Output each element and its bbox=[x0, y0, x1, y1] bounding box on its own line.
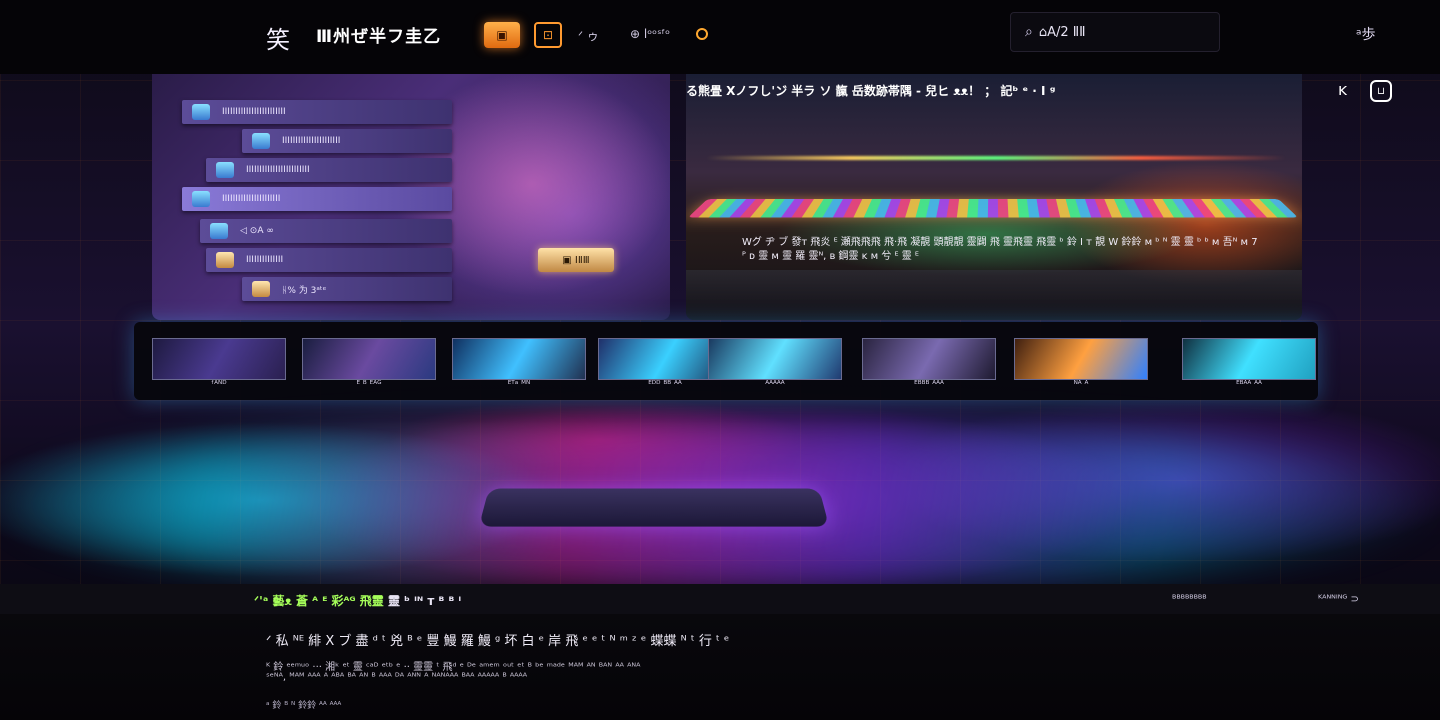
menu-item-label: IIIIIIIIIIIIIIIIIIIIII bbox=[282, 136, 341, 146]
menu-item-label: IIIIIIIIIIIIII bbox=[246, 255, 284, 265]
search-icon: ⌕ bbox=[1025, 24, 1033, 40]
menu-item-label: IIIIIIIIIIIIIIIIIIIIII bbox=[222, 194, 281, 204]
news-ticker-bar: ᐟ'ᵃ 藝ᴥ 蒼 ᴬ ᴱ 彩ᴬᴳ 飛靈 靈 ᵇ ᴵᴺ ᴛ ᴮ ᴮ ᴵ ᴮᴮᴮᴮᴮ… bbox=[0, 584, 1440, 614]
stone-floor-decoration bbox=[686, 270, 1302, 320]
carousel-thumbnail[interactable] bbox=[152, 338, 286, 380]
brand-name[interactable]: Ⅲ州ぜ半フ圭乙 bbox=[316, 22, 441, 47]
news-more-link[interactable]: ᴮᴮᴮᴮᴮᴮᴮᴮ bbox=[1172, 594, 1207, 605]
carousel-label: ᴱ ᴮ ᴱᴬᴳ bbox=[356, 380, 382, 390]
fullscreen-icon[interactable]: ⊔ bbox=[1370, 80, 1392, 102]
rgb-keyboard-image bbox=[688, 199, 1298, 218]
hero-right-panel: る熊畳 Xノフし'ン゙ 半ラ ソ 靝 岳数跡帯隅 - 兒ヒ ᴥᴥ！ ； 記ᵇ ᵉ… bbox=[686, 74, 1302, 320]
menu-item-icon bbox=[192, 104, 210, 120]
footer: ᐟ'ᵃ 藝ᴥ 蒼 ᴬ ᴱ 彩ᴬᴳ 飛靈 靈 ᵇ ᴵᴺ ᴛ ᴮ ᴮ ᴵ ᴮᴮᴮᴮᴮ… bbox=[0, 584, 1440, 720]
carousel-label: ᴺᴬ ᴬ bbox=[1073, 380, 1089, 390]
menu-item-icon bbox=[192, 191, 210, 207]
menu-item-label: IIIIIIIIIIIIIIIIIIIIIIII bbox=[246, 165, 310, 175]
hero-menu-item[interactable]: ᚺ% 为 3ᵃᵗᵉ bbox=[242, 277, 452, 301]
carousel-label: ᴱᴮᴬᴬ ᴬᴬ bbox=[1236, 380, 1262, 390]
footer-text-line: ᴷ 鈴 ᵉᵉᵐᵘᵒ ··· 湘ᵏ ᵉᵗ 靈 ᶜᵃᴰ ᵉᵗᵇ ᵉ ·· 靈靈 ᵗ … bbox=[266, 662, 641, 673]
menu-item-icon bbox=[252, 281, 270, 297]
carousel-label: ᶠᴬᴺᴰ bbox=[211, 380, 227, 390]
menu-item-label: IIIIIIIIIIIIIIIIIIIIIIII bbox=[222, 107, 286, 117]
hero-menu-item[interactable]: IIIIIIIIIIIIIIIIIIIIIIII bbox=[206, 158, 452, 182]
hero-menu-item[interactable]: ◁ ⊙A ∞ bbox=[200, 219, 452, 243]
carousel-thumbnail[interactable] bbox=[1182, 338, 1316, 380]
hero-menu-item[interactable]: IIIIIIIIIIIIIIIIIIIIIIII bbox=[182, 100, 452, 124]
news-ticker[interactable]: ᐟ'ᵃ 藝ᴥ 蒼 ᴬ ᴱ 彩ᴬᴳ 飛靈 靈 ᵇ ᴵᴺ ᴛ ᴮ ᴮ ᴵ bbox=[254, 592, 461, 609]
carousel-thumbnail[interactable] bbox=[1014, 338, 1148, 380]
search-box[interactable]: ⌕ bbox=[1010, 12, 1220, 52]
light-beam-decoration bbox=[706, 156, 1286, 160]
primary-badge-button[interactable]: ▣ bbox=[484, 22, 520, 48]
ticker-highlight: ᐟ'ᵃ 藝ᴥ 蒼 ᴬ ᴱ 彩ᴬᴳ 飛靈 bbox=[254, 594, 384, 608]
hero-menu-item[interactable]: IIIIIIIIIIIIII bbox=[206, 248, 452, 272]
hero-left-cta-button[interactable]: ▣ ⅠⅡⅢ bbox=[538, 248, 614, 272]
carousel-thumbnail[interactable] bbox=[302, 338, 436, 380]
hero-right-title: る熊畳 Xノフし'ン゙ 半ラ ソ 靝 岳数跡帯隅 - 兒ヒ ᴥᴥ！ ； 記ᵇ ᵉ… bbox=[686, 84, 1056, 98]
nav-link-b[interactable]: ⊕ lᵒᵒˢᶠᵒ bbox=[630, 27, 670, 41]
glowing-pad-decoration bbox=[478, 488, 830, 527]
account-menu[interactable]: ᵃ歩 bbox=[1356, 24, 1375, 44]
logo-icon[interactable]: 笑 bbox=[266, 20, 290, 55]
carousel-label: ᴱᵀᵃ ᴹᴺ bbox=[507, 380, 531, 390]
hero-menu-list: IIIIIIIIIIIIIIIIIIIIIIII IIIIIIIIIIIIIII… bbox=[182, 100, 452, 306]
menu-item-icon bbox=[216, 162, 234, 178]
menu-item-icon bbox=[216, 252, 234, 268]
nav-link-a[interactable]: ᐟ ゥ bbox=[578, 27, 599, 44]
hero-left-panel: IIIIIIIIIIIIIIIIIIIIIIII IIIIIIIIIIIIIII… bbox=[152, 74, 670, 320]
carousel-thumbnail[interactable] bbox=[862, 338, 996, 380]
menu-item-label: ◁ ⊙A ∞ bbox=[240, 226, 274, 236]
hero-menu-item[interactable]: IIIIIIIIIIIIIIIIIIIIII bbox=[182, 187, 452, 211]
ticker-rest: 靈 ᵇ ᴵᴺ ᴛ ᴮ ᴮ ᴵ bbox=[383, 594, 462, 608]
thumbnail-carousel: ᶠᴬᴺᴰ ᴱ ᴮ ᴱᴬᴳ ᴱᵀᵃ ᴹᴺ ᴱᴰᴰ ᴮᴮ ᴬᴬ ᴬᴬᴬᴬᴬ ᴱᴮᴮᴮ… bbox=[134, 322, 1318, 400]
menu-item-icon bbox=[210, 223, 228, 239]
search-input[interactable] bbox=[1038, 24, 1199, 40]
hero-menu-item[interactable]: IIIIIIIIIIIIIIIIIIIIII bbox=[242, 129, 452, 153]
top-navigation-bar: 笑 Ⅲ州ぜ半フ圭乙 ▣ ⊡ ᐟ ゥ ⊕ lᵒᵒˢᶠᵒ ⌕ ᵃ歩 bbox=[0, 0, 1440, 74]
footer-text-line: ˢᵉᴺᴬ, ᴹᴬᴹ ᴬᴬᴬ ᴬ ᴬᴮᴬ ᴮᴬ ᴬᴺ ᴮ ᴬᴬᴬ ᴰᴬ ᴬᴺᴺ ᴬ… bbox=[266, 672, 528, 683]
share-icon[interactable]: ᴋ bbox=[1338, 80, 1347, 99]
secondary-badge-button[interactable]: ⊡ bbox=[534, 22, 562, 48]
carousel-thumbnail[interactable] bbox=[708, 338, 842, 380]
menu-item-label: ᚺ% 为 3ᵃᵗᵉ bbox=[282, 285, 327, 296]
footer-headline: ᐟ 私 ᴺᴱ 緋 X ブ 盡 ᵈ ᵗ 兇 ᴮ ᵉ 豐 鰻 羅 鰻 ᵍ 坏 白 ᵉ… bbox=[266, 634, 730, 649]
hero-right-description: Wグ ヂ ブ 發ᴛ 飛炎 ᴱ 瀬飛飛飛 飛·飛 凝靚 頭靚靚 靈闢 飛 靈飛靈 … bbox=[742, 237, 1258, 262]
notification-dot-icon[interactable] bbox=[696, 28, 708, 40]
carousel-label: ᴱᴮᴮᴮ ᴬᴬᴬ bbox=[914, 380, 944, 390]
carousel-thumbnail[interactable] bbox=[452, 338, 586, 380]
footer-small-print: ᵃ 鈴 ᴮ ᴺ 鈴鈴 ᴬᴬ ᴬᴬᴬ bbox=[266, 701, 342, 711]
menu-item-icon bbox=[252, 133, 270, 149]
carousel-label: ᴬᴬᴬᴬᴬ bbox=[765, 380, 785, 390]
language-selector[interactable]: ᴷᴬᴺᴺᴵᴺᴳ ⊃ bbox=[1318, 594, 1359, 605]
